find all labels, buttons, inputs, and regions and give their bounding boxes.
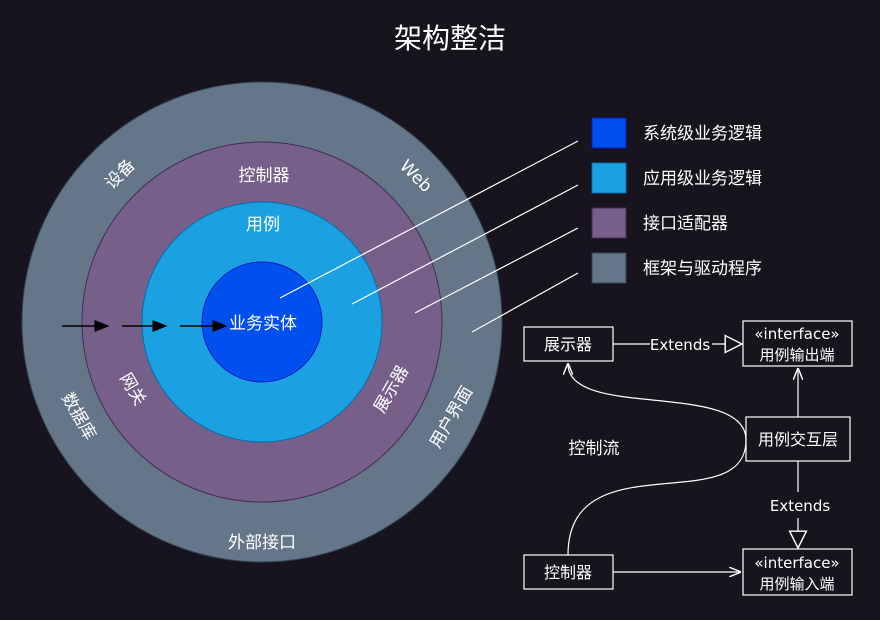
legend-swatch-adapters: [591, 207, 627, 239]
control-flow-label: 控制流: [569, 439, 620, 459]
box-interactor-label: 用例交互层: [758, 430, 838, 449]
clean-architecture-diagram: 架构整洁 外部接口 控制器 用例 业务实体 设备 Web 数据库 用户界面 网关…: [21, 22, 853, 596]
legend-label-adapters: 接口适配器: [643, 214, 728, 234]
legend-label-app-logic: 应用级业务逻辑: [643, 169, 762, 189]
box-input-port-stereotype: «interface»: [754, 554, 839, 572]
box-presenter-label: 展示器: [544, 335, 592, 354]
box-output-port-stereotype: «interface»: [754, 325, 839, 343]
diagram-title: 架构整洁: [394, 22, 506, 55]
label-entities: 业务实体: [229, 314, 297, 334]
box-controller-label: 控制器: [544, 563, 592, 582]
label-usecase: 用例: [246, 215, 280, 235]
box-input-port-name: 用例输入端: [759, 575, 834, 593]
legend-label-system-logic: 系统级业务逻辑: [643, 124, 762, 144]
control-flow-curve: [568, 364, 747, 556]
box-output-port-name: 用例输出端: [759, 346, 834, 364]
legend: 系统级业务逻辑 应用级业务逻辑 接口适配器 框架与驱动程序: [591, 117, 762, 284]
legend-swatch-app-logic: [591, 162, 627, 194]
legend-swatch-system-logic: [591, 117, 627, 149]
legend-swatch-frameworks: [591, 252, 627, 284]
edge-label-extends-top: Extends: [650, 336, 710, 354]
legend-label-frameworks: 框架与驱动程序: [643, 259, 762, 279]
label-outer-interface: 外部接口: [228, 533, 296, 553]
edge-label-extends-mid: Extends: [770, 497, 830, 515]
label-controller: 控制器: [239, 166, 290, 186]
